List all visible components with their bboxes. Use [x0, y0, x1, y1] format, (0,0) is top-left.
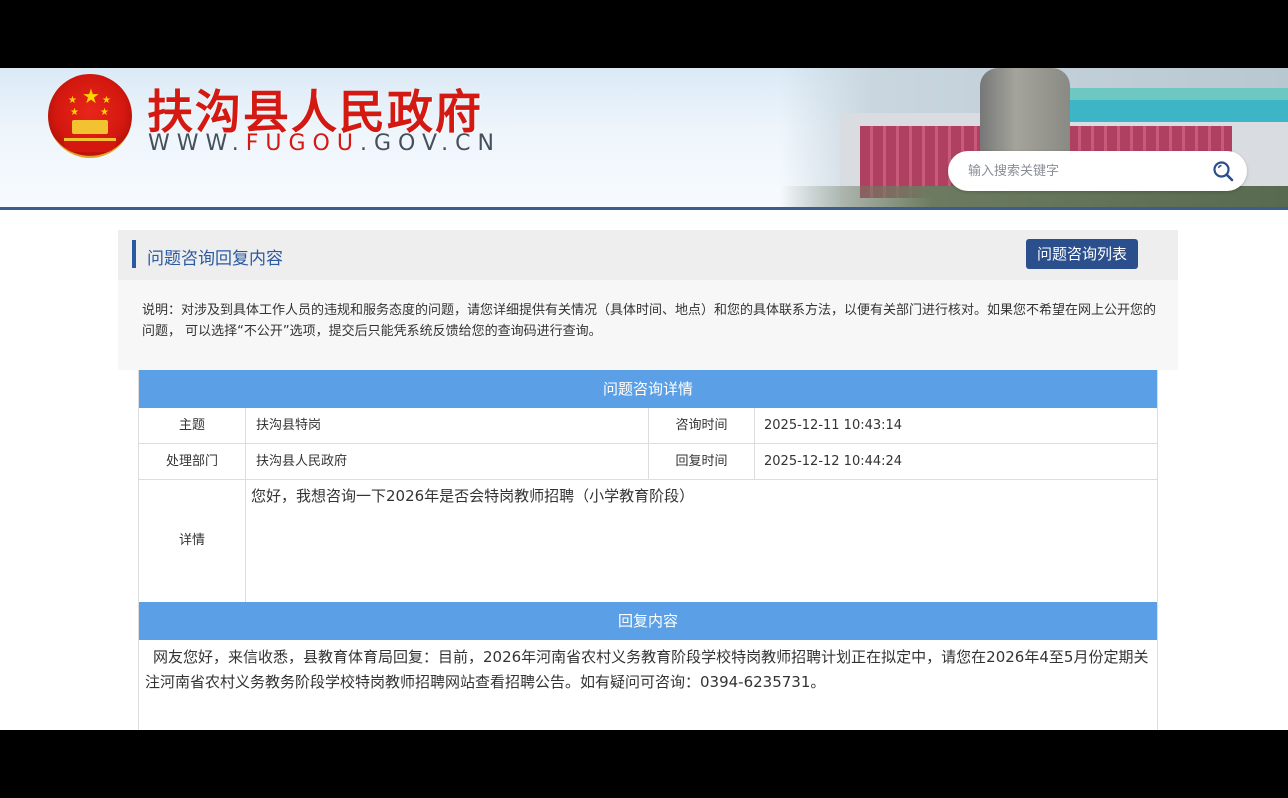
- site-url-accent: FUGOU: [245, 131, 360, 156]
- consult-detail-table: 问题咨询详情 主题 扶沟县特岗 咨询时间 2025-12-11 10:43:14…: [138, 370, 1158, 730]
- search-input[interactable]: [968, 161, 1198, 181]
- heading-bar: 问题咨询回复内容 问题咨询列表: [118, 230, 1178, 280]
- site-url-prefix: WWW.: [148, 131, 246, 156]
- reply-text: 网友您好，来信收悉，县教育体育局回复：目前，2026年河南省农村义务教育阶段学校…: [145, 648, 1149, 691]
- site-url: WWW.FUGOU.GOV.CN: [148, 131, 501, 156]
- reply-time-label: 回复时间: [675, 454, 728, 469]
- notice-box: 说明：对涉及到具体工作人员的违规和服务态度的问题，请您详细提供有关情况（具体时间…: [118, 280, 1178, 370]
- reply-time-value: 2025-12-12 10:44:24: [764, 454, 903, 469]
- letterbox-bottom: [0, 730, 1288, 798]
- content-value: 您好，我想咨询一下2026年是否会特岗教师招聘（小学教育阶段）: [251, 487, 695, 505]
- heading-accent-rule: [132, 240, 136, 268]
- notice-text: 说明：对涉及到具体工作人员的违规和服务态度的问题，请您详细提供有关情况（具体时间…: [142, 303, 1157, 339]
- table-row: 主题 扶沟县特岗 咨询时间 2025-12-11 10:43:14: [139, 408, 1157, 444]
- subject-value: 扶沟县特岗: [256, 418, 322, 433]
- dept-label: 处理部门: [165, 454, 218, 469]
- search-icon[interactable]: [1212, 160, 1234, 182]
- content-label: 详情: [178, 533, 205, 548]
- letterbox-top: [0, 0, 1288, 68]
- ask-time-value: 2025-12-11 10:43:14: [764, 418, 903, 433]
- banner-underline: [0, 207, 1288, 210]
- search-box: [948, 151, 1247, 191]
- ask-time-label: 咨询时间: [675, 418, 728, 433]
- consult-list-button[interactable]: 问题咨询列表: [1026, 239, 1138, 269]
- dept-value: 扶沟县人民政府: [256, 454, 348, 469]
- table-row: 详情 您好，我想咨询一下2026年是否会特岗教师招聘（小学教育阶段）: [139, 480, 1157, 602]
- site-url-suffix: .GOV.CN: [359, 131, 501, 156]
- table-row: 处理部门 扶沟县人民政府 回复时间 2025-12-12 10:44:24: [139, 444, 1157, 480]
- subject-label: 主题: [178, 418, 205, 433]
- reply-section-title: 回复内容: [139, 602, 1157, 640]
- main-content: 问题咨询回复内容 问题咨询列表 说明：对涉及到具体工作人员的违规和服务态度的问题…: [118, 230, 1178, 730]
- national-emblem-icon: ★ ★ ★ ★ ★: [48, 74, 132, 158]
- detail-section-title: 问题咨询详情: [139, 370, 1157, 408]
- page-viewport: ★ ★ ★ ★ ★ 扶沟县人民政府 WWW.FUGOU.GOV.CN 问题咨询回…: [0, 68, 1288, 730]
- page-title: 问题咨询回复内容: [147, 249, 283, 269]
- site-banner: ★ ★ ★ ★ ★ 扶沟县人民政府 WWW.FUGOU.GOV.CN: [0, 68, 1288, 207]
